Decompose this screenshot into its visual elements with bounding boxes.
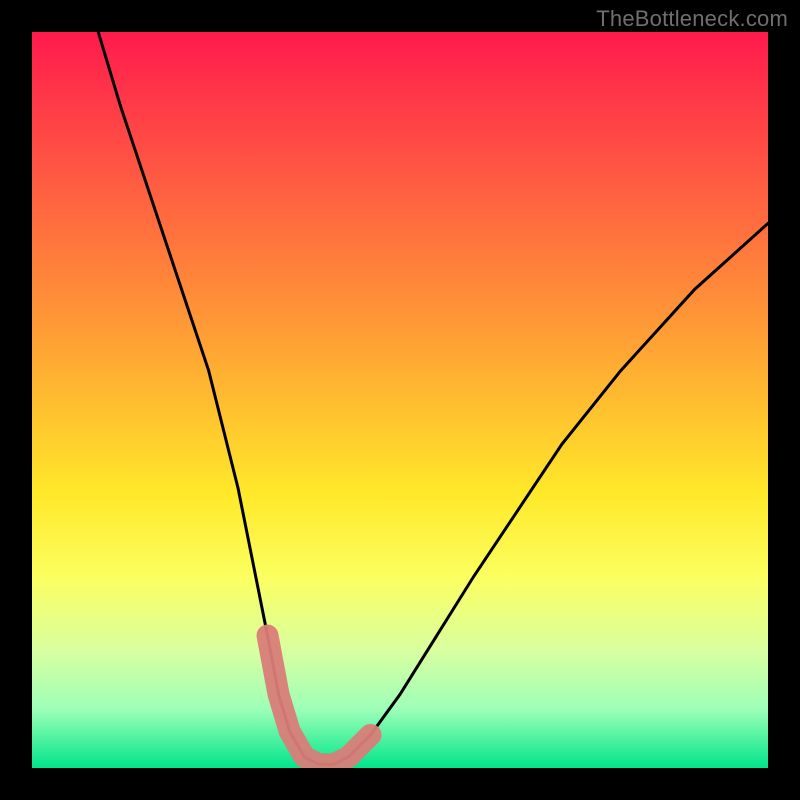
chart-frame: TheBottleneck.com xyxy=(0,0,800,800)
highlight-path xyxy=(268,636,371,765)
series-highlight xyxy=(268,636,371,765)
plot-area xyxy=(32,32,768,768)
series-curve xyxy=(98,32,768,764)
chart-svg xyxy=(32,32,768,768)
watermark-text: TheBottleneck.com xyxy=(596,6,788,32)
curve-path xyxy=(98,32,768,764)
